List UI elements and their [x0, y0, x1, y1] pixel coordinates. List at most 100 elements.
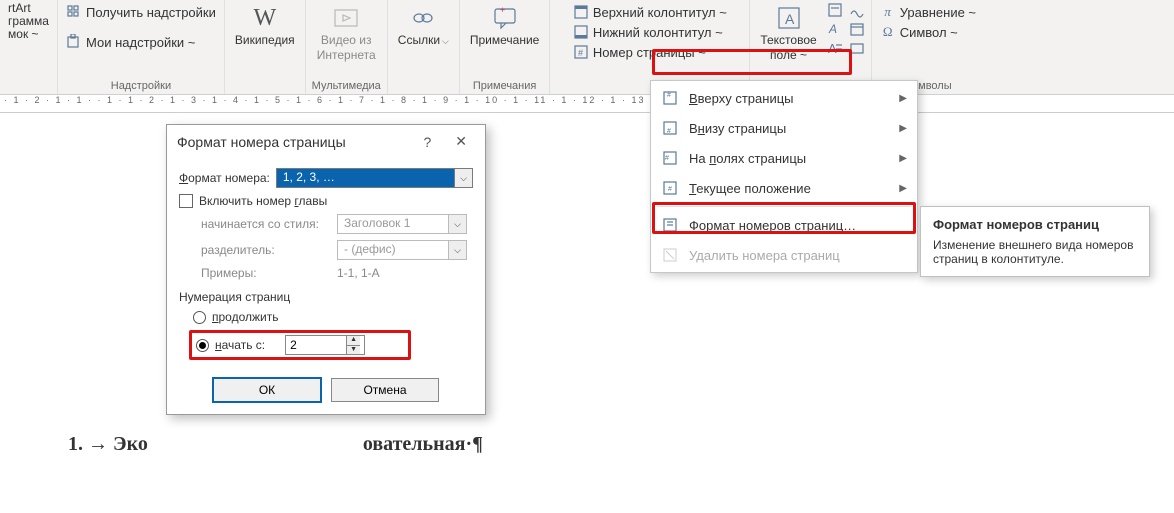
menu-bottom-label: Внизу страницы	[689, 121, 786, 136]
menu-remove-page-numbers: Удалить номера страниц	[651, 240, 917, 270]
date-time-icon[interactable]	[849, 21, 865, 37]
smartart-line3: мок ~	[8, 28, 39, 41]
svg-text:A: A	[828, 22, 837, 36]
continue-radio[interactable]	[193, 311, 206, 324]
equation-icon: π	[880, 4, 896, 20]
menu-format-page-numbers[interactable]: Формат номеров страниц…	[651, 210, 917, 240]
menu-bottom-of-page[interactable]: # Внизу страницы ▶	[651, 113, 917, 143]
group-media-label: Мультимедиа	[312, 80, 381, 94]
ribbon: rtArt грамма мок ~ Получить надстройки М…	[0, 0, 1174, 95]
page-number-button[interactable]: # Номер страницы ~	[571, 42, 708, 62]
dialog-title: Формат номера страницы	[177, 134, 346, 150]
link-icon	[409, 4, 437, 32]
menu-top-label: Вверху страницы	[689, 91, 794, 106]
links-label: Ссылки	[398, 34, 449, 47]
svg-text:#: #	[667, 128, 671, 135]
get-addins-label: Получить надстройки	[86, 5, 216, 20]
tooltip-format-page-numbers: Формат номеров страниц Изменение внешнег…	[920, 206, 1150, 277]
submenu-arrow-icon: ▶	[899, 153, 907, 164]
wikipedia-button[interactable]: W Википедия	[231, 2, 299, 49]
start-at-input[interactable]	[286, 336, 346, 354]
text-box-l1: Текстовое	[760, 34, 816, 47]
format-label: ФФормат номера:ормат номера:	[179, 171, 270, 185]
footer-icon	[573, 24, 589, 40]
signature-icon[interactable]	[849, 2, 865, 18]
include-chapter-checkbox[interactable]	[179, 194, 193, 208]
symbol-label: Символ ~	[900, 25, 958, 40]
number-format-value: 1, 2, 3, …	[277, 169, 454, 187]
menu-margins-label: На полях страницы	[689, 151, 806, 166]
cancel-button[interactable]: Отмена	[331, 378, 439, 402]
examples-value: 1-1, 1-А	[337, 266, 380, 280]
svg-text:+: +	[500, 5, 505, 15]
store-icon	[66, 4, 82, 20]
format-numbers-icon	[661, 216, 679, 234]
start-at-radio[interactable]	[196, 339, 209, 352]
menu-top-of-page[interactable]: # Вверху страницы ▶	[651, 83, 917, 113]
video-l2: Интернета	[317, 49, 376, 62]
page-bottom-icon: #	[661, 119, 679, 137]
menu-separator	[657, 206, 911, 207]
chevron-down-icon[interactable]: ⌵	[454, 169, 472, 187]
object-icon[interactable]	[849, 40, 865, 56]
menu-page-margins[interactable]: # На полях страницы ▶	[651, 143, 917, 173]
equation-label: Уравнение ~	[900, 5, 976, 20]
separator-combo: - (дефис) ⌵	[337, 240, 467, 260]
page-number-label: Номер страницы ~	[593, 45, 706, 60]
equation-button[interactable]: π Уравнение ~	[878, 2, 978, 22]
number-format-combo[interactable]: 1, 2, 3, … ⌵	[276, 168, 473, 188]
current-position-icon: #	[661, 179, 679, 197]
text-box-l2: поле ~	[770, 49, 807, 62]
dialog-help-button[interactable]: ?	[415, 134, 439, 150]
symbol-icon: Ω	[880, 24, 896, 40]
chapter-style-value: Заголовок 1	[338, 215, 448, 233]
menu-remove-label: Удалить номера страниц	[689, 248, 840, 263]
dialog-close-button[interactable]: ✕	[447, 133, 475, 150]
group-media: Видео из Интернета Мультимедиа	[306, 0, 388, 94]
text-box-button[interactable]: A Текстовое поле ~	[756, 2, 820, 64]
group-smartart-partial: rtArt грамма мок ~	[0, 0, 58, 94]
comment-icon: +	[491, 4, 519, 32]
remove-numbers-icon	[661, 246, 679, 264]
svg-text:A: A	[785, 11, 795, 27]
ok-button[interactable]: ОК	[213, 378, 321, 402]
online-video-button[interactable]: Видео из Интернета	[313, 2, 380, 64]
svg-text:A: A	[828, 41, 837, 56]
chapter-style-combo: Заголовок 1 ⌵	[337, 214, 467, 234]
drop-cap-icon[interactable]: A	[827, 40, 843, 56]
spin-up[interactable]: ▲	[347, 336, 360, 346]
footer-button[interactable]: Нижний колонтитул ~	[571, 22, 725, 42]
group-addins-label: Надстройки	[111, 80, 171, 94]
menu-current-label: Текущее положение	[689, 181, 811, 196]
group-wikipedia: W Википедия	[225, 0, 306, 94]
footer-label: Нижний колонтитул ~	[593, 25, 723, 40]
document-body-line[interactable]: 1. → Эко овательная·¶	[68, 433, 483, 456]
examples-label: Примеры:	[201, 266, 331, 280]
start-at-spinner[interactable]: ▲ ▼	[285, 335, 365, 355]
video-l1: Видео из	[321, 34, 372, 47]
video-icon	[332, 4, 360, 32]
header-icon	[573, 4, 589, 20]
group-comments-label: Примечания	[473, 80, 537, 94]
numbering-section: Нумерация страниц	[179, 290, 473, 304]
submenu-arrow-icon: ▶	[899, 123, 907, 134]
get-addins[interactable]: Получить надстройки	[64, 2, 218, 22]
header-button[interactable]: Верхний колонтитул ~	[571, 2, 729, 22]
include-chapter-label: Включить номер главы	[199, 194, 327, 208]
comment-button[interactable]: + Примечание	[466, 2, 543, 49]
my-addins[interactable]: Мои надстройки ~	[64, 32, 218, 52]
menu-format-label: Формат номеров страниц…	[689, 218, 856, 233]
spin-down[interactable]: ▼	[347, 346, 360, 355]
menu-current-position[interactable]: # Текущее положение ▶	[651, 173, 917, 203]
my-addins-label: Мои надстройки ~	[86, 35, 195, 50]
chevron-down-icon: ⌵	[448, 215, 466, 233]
symbol-button[interactable]: Ω Символ ~	[878, 22, 960, 42]
svg-text:#: #	[665, 155, 669, 162]
wordart-icon[interactable]: A	[827, 21, 843, 37]
header-label: Верхний колонтитул ~	[593, 5, 727, 20]
page-top-icon: #	[661, 89, 679, 107]
addins-icon	[66, 34, 82, 50]
links-button[interactable]: Ссылки	[394, 2, 453, 49]
quick-parts-icon[interactable]	[827, 2, 843, 18]
wikipedia-icon: W	[251, 4, 279, 32]
